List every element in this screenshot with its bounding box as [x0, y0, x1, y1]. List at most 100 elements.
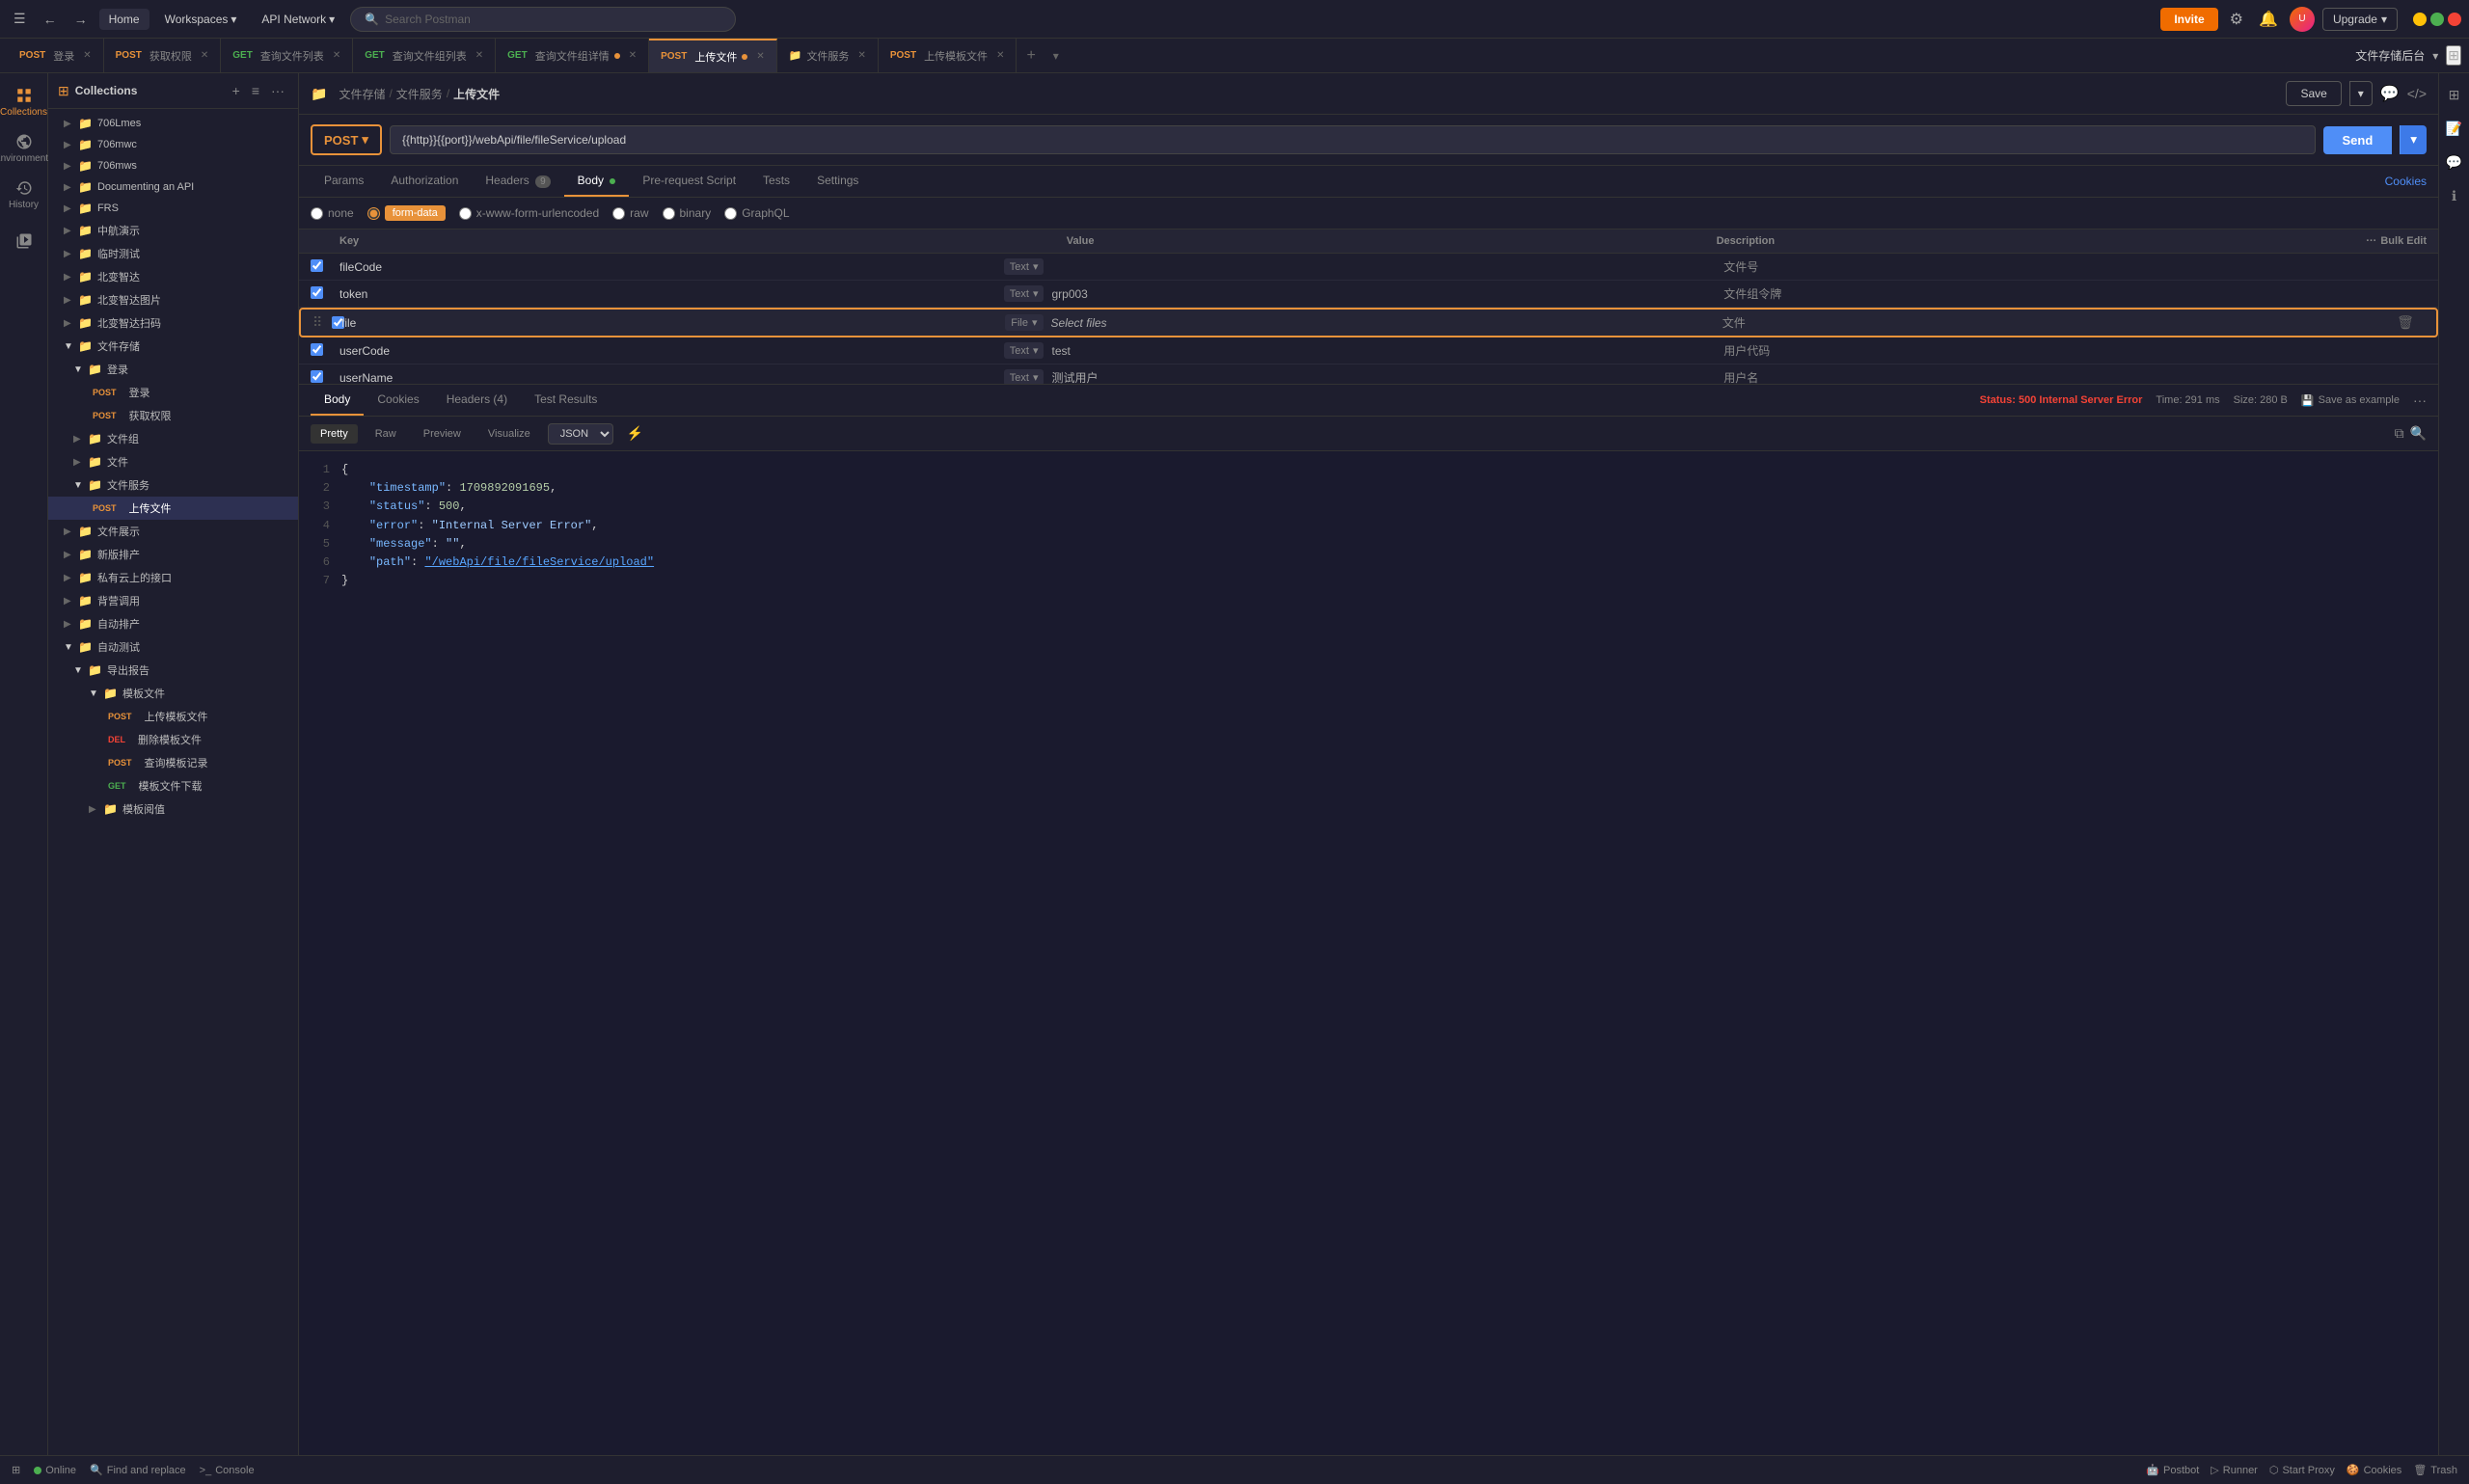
code-icon[interactable]: </> [2407, 86, 2427, 101]
collections-nav[interactable]: Collections [3, 81, 45, 123]
tab-post-permissions[interactable]: POST 获取权限 ✕ [104, 39, 222, 73]
sidebar-item-dl-template[interactable]: GET 模板文件下载 [48, 774, 298, 797]
close-icon[interactable]: ✕ [629, 50, 637, 61]
find-replace-button[interactable]: 🔍 Find and replace [90, 1464, 186, 1476]
maximize-button[interactable] [2430, 13, 2444, 26]
sidebar-item-file[interactable]: ▶ 📁 文件 [48, 450, 298, 473]
tab-params[interactable]: Params [311, 166, 377, 197]
type-selector[interactable]: Text ▾ [1004, 285, 1045, 302]
runner-nav[interactable] [3, 220, 45, 262]
tab-authorization[interactable]: Authorization [377, 166, 472, 197]
close-button[interactable] [2448, 13, 2461, 26]
tab-file-service[interactable]: 📁 文件服务 ✕ [777, 39, 879, 73]
minimize-button[interactable] [2413, 13, 2427, 26]
close-icon[interactable]: ✕ [857, 50, 865, 61]
save-dropdown[interactable]: ▾ [2349, 81, 2373, 106]
sidebar-item-frs[interactable]: ▶ 📁 FRS [48, 198, 298, 219]
save-example-button[interactable]: 💾 Save as example [2301, 394, 2400, 407]
sidebar-item-filestorage[interactable]: ▼ 📁 文件存储 [48, 335, 298, 358]
tab-settings[interactable]: Settings [803, 166, 872, 197]
tab-body[interactable]: Body [564, 166, 630, 197]
sidebar-toggle-right[interactable]: ⊞ [2446, 45, 2461, 66]
sidebar-item-706lmes[interactable]: ▶ 📁 706Lmes [48, 113, 298, 134]
search-button[interactable]: 🔍 [2410, 425, 2427, 442]
type-selector[interactable]: Text ▾ [1004, 369, 1045, 384]
close-icon[interactable]: ✕ [83, 50, 91, 61]
right-panel-icon2[interactable]: 📝 [2440, 115, 2468, 143]
format-options[interactable]: ⚡ [621, 422, 649, 445]
sidebar-item-filedisplay[interactable]: ▶ 📁 文件展示 [48, 520, 298, 543]
row-checkbox[interactable] [311, 343, 323, 356]
online-status[interactable]: Online [34, 1465, 76, 1476]
close-icon[interactable]: ✕ [333, 50, 340, 61]
save-button[interactable]: Save [2286, 81, 2341, 106]
workspaces-button[interactable]: Workspaces ▾ [155, 9, 247, 30]
right-panel-icon1[interactable]: ⊞ [2443, 81, 2466, 109]
menu-button[interactable]: ☰ [8, 7, 32, 31]
sidebar-item-template-files[interactable]: ▼ 📁 模板文件 [48, 682, 298, 705]
sidebar-item-beibian-scan[interactable]: ▶ 📁 北变智达扫码 [48, 311, 298, 335]
bootom-layout-button[interactable]: ⊞ [12, 1464, 20, 1476]
tab-headers[interactable]: Headers 9 [472, 166, 563, 197]
sidebar-item-zhonghang[interactable]: ▶ 📁 中航演示 [48, 219, 298, 242]
tab-get-filelist[interactable]: GET 查询文件列表 ✕ [221, 39, 353, 73]
sidebar-item-beibian[interactable]: ▶ 📁 北变智达 [48, 265, 298, 288]
radio-binary[interactable]: binary [663, 206, 712, 220]
sidebar-item-del-template[interactable]: DEL 删除模板文件 [48, 728, 298, 751]
format-selector[interactable]: JSON [548, 423, 613, 445]
right-panel-icon3[interactable]: 💬 [2440, 148, 2468, 176]
cookies-link[interactable]: Cookies [2385, 175, 2427, 188]
new-tab-button[interactable]: + [1017, 47, 1045, 65]
console-button[interactable]: >_ Console [200, 1465, 255, 1476]
row-checkbox[interactable] [311, 370, 323, 383]
radio-raw[interactable]: raw [612, 206, 648, 220]
sidebar-more-button[interactable]: ··· [267, 81, 288, 100]
type-selector[interactable]: Text ▾ [1004, 342, 1045, 359]
search-bar[interactable]: 🔍 Search Postman [350, 7, 736, 32]
sidebar-item-autotest[interactable]: ▼ 📁 自动测试 [48, 635, 298, 659]
sidebar-item-auto-sched[interactable]: ▶ 📁 自动排产 [48, 612, 298, 635]
sidebar-item-newver[interactable]: ▶ 📁 新版排产 [48, 543, 298, 566]
api-network-button[interactable]: API Network ▾ [252, 9, 344, 30]
view-tab-raw[interactable]: Raw [366, 424, 406, 444]
start-proxy-button[interactable]: ⬡ Start Proxy [2269, 1464, 2335, 1476]
radio-formdata[interactable]: form-data [367, 205, 446, 221]
type-selector[interactable]: Text ▾ [1004, 258, 1045, 275]
tab-prerequest[interactable]: Pre-request Script [629, 166, 749, 197]
home-tab[interactable]: Home [99, 9, 149, 30]
view-tab-visualize[interactable]: Visualize [478, 424, 540, 444]
sidebar-item-template-val[interactable]: ▶ 📁 模板阅值 [48, 797, 298, 821]
view-tab-preview[interactable]: Preview [414, 424, 471, 444]
history-nav[interactable]: History [3, 174, 45, 216]
response-tab-testresults[interactable]: Test Results [521, 385, 610, 416]
settings-icon[interactable]: ⚙ [2226, 6, 2247, 33]
sidebar-item-706mws[interactable]: ▶ 📁 706mws [48, 155, 298, 176]
tab-tests[interactable]: Tests [749, 166, 803, 197]
copy-button[interactable]: ⧉ [2395, 425, 2404, 442]
sidebar-item-upload[interactable]: POST 上传文件 [48, 497, 298, 520]
new-collection-button[interactable]: + [229, 81, 244, 100]
close-icon[interactable]: ✕ [475, 50, 483, 61]
type-selector[interactable]: File ▾ [1005, 314, 1043, 331]
response-tab-headers[interactable]: Headers (4) [433, 385, 521, 416]
sidebar-item-export-report[interactable]: ▼ 📁 导出报告 [48, 659, 298, 682]
tab-get-filedetail[interactable]: GET 查询文件组详情 ✕ [496, 39, 649, 73]
right-panel-icon4[interactable]: ℹ [2446, 182, 2462, 210]
delete-row-button[interactable]: 🗑 [2397, 314, 2414, 331]
sidebar-item-filegroup[interactable]: ▶ 📁 文件组 [48, 427, 298, 450]
more-options-button[interactable]: ··· [2413, 392, 2427, 408]
sidebar-item-fileservice[interactable]: ▼ 📁 文件服务 [48, 473, 298, 497]
send-button[interactable]: Send [2323, 126, 2393, 154]
back-button[interactable]: ← [38, 8, 63, 31]
radio-graphql[interactable]: GraphQL [724, 206, 789, 220]
sidebar-item-upload-template[interactable]: POST 上传模板文件 [48, 705, 298, 728]
sidebar-item-getauth[interactable]: POST 获取权限 [48, 404, 298, 427]
tab-post-template[interactable]: POST 上传模板文件 ✕ [879, 39, 1017, 73]
postbot-button[interactable]: 🤖 Postbot [2146, 1464, 2199, 1476]
send-dropdown[interactable]: ▾ [2400, 125, 2427, 154]
row-checkbox[interactable] [311, 286, 323, 299]
sidebar-item-beibian-img[interactable]: ▶ 📁 北变智达图片 [48, 288, 298, 311]
row-checkbox[interactable] [311, 259, 323, 272]
view-tab-pretty[interactable]: Pretty [311, 424, 358, 444]
sidebar-item-temp[interactable]: ▶ 📁 临时测试 [48, 242, 298, 265]
